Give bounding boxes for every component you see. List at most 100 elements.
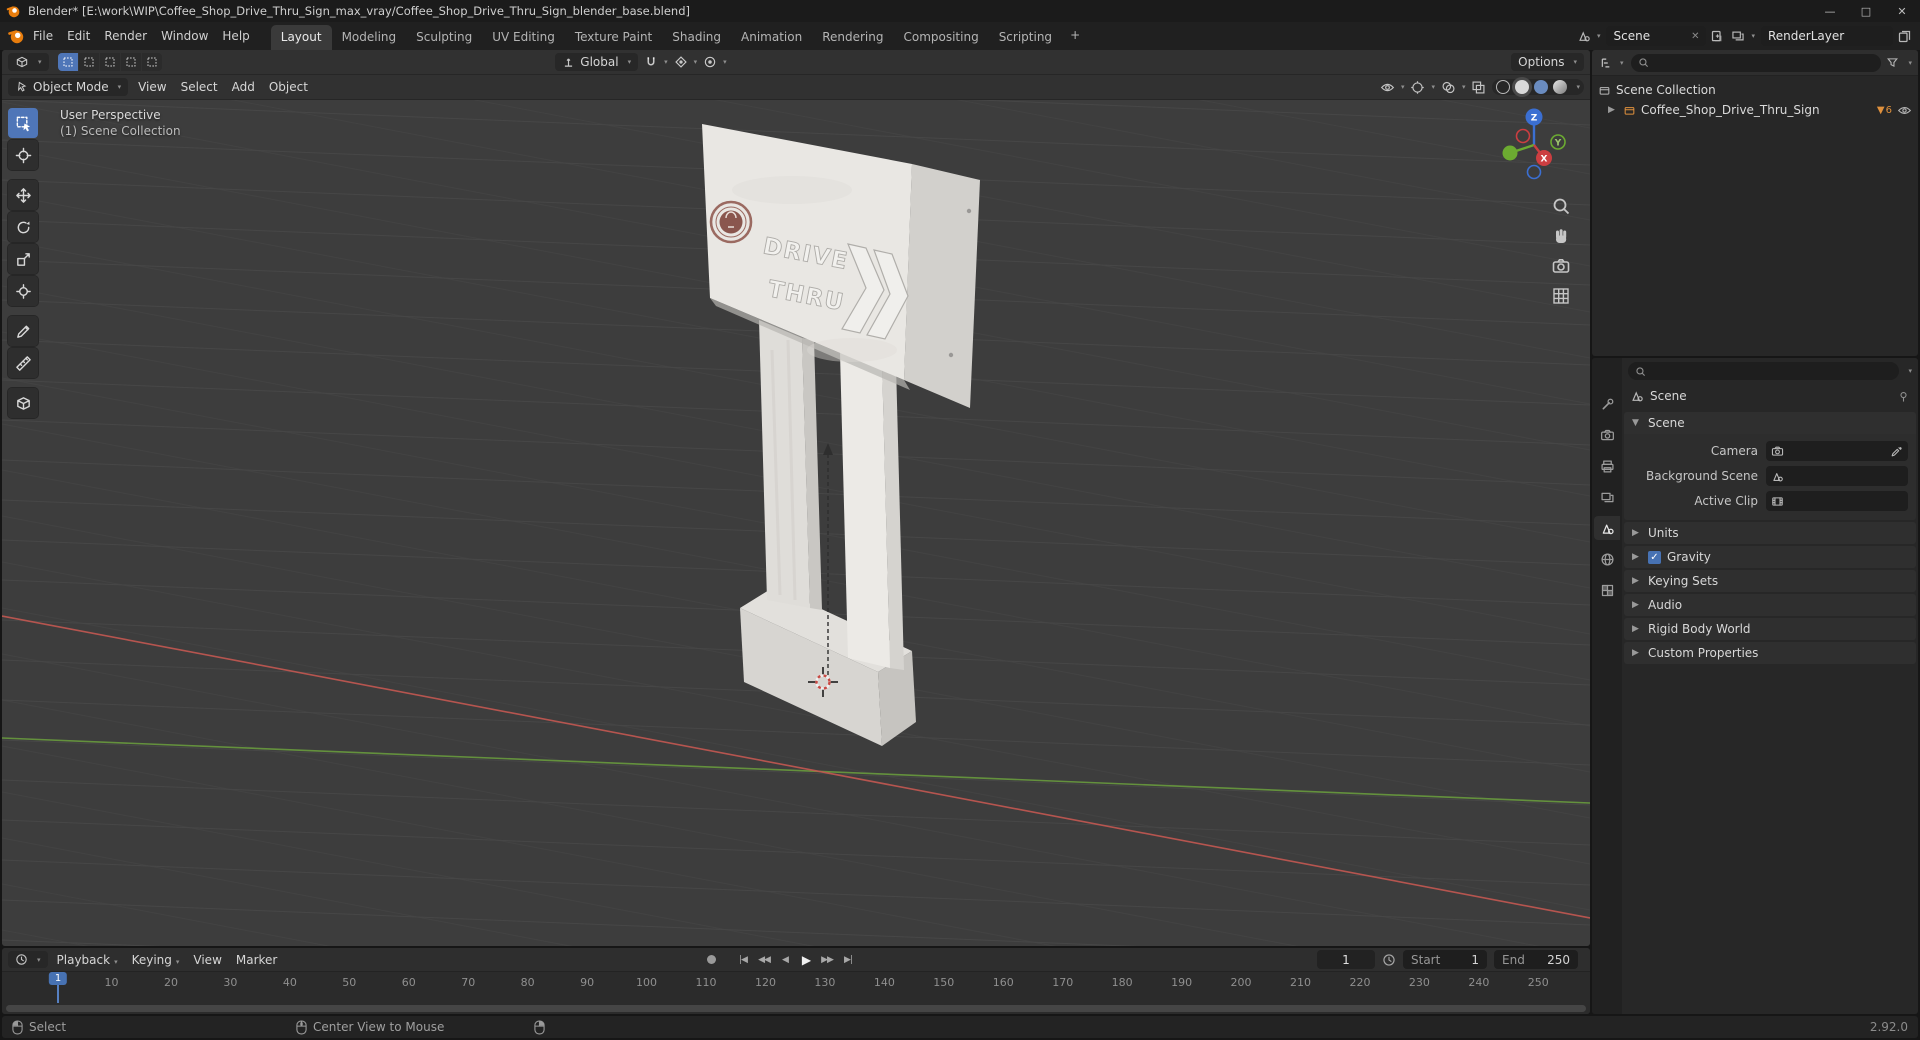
pan-hand-icon[interactable]	[1551, 226, 1571, 246]
gizmo-y-neg-axis[interactable]	[1502, 145, 1518, 161]
scene-panel-header[interactable]: ▼ Scene	[1624, 412, 1916, 434]
timeline-scrollbar[interactable]	[6, 1005, 1586, 1012]
properties-tab-output[interactable]	[1594, 454, 1620, 478]
select-mode-invert[interactable]	[120, 53, 141, 71]
zoom-icon[interactable]	[1551, 196, 1571, 216]
tool-rotate[interactable]	[8, 212, 38, 242]
menu-file[interactable]: File	[26, 26, 60, 46]
transport-button[interactable]: ▶▶	[818, 951, 836, 969]
timeline-menu-view[interactable]: View	[186, 951, 228, 969]
copy-view-layer-icon[interactable]	[1897, 29, 1912, 44]
viewport-menu-select[interactable]: Select	[174, 78, 225, 96]
playhead-marker[interactable]: 1	[48, 972, 68, 985]
maximize-button[interactable]: □	[1848, 0, 1884, 22]
workspace-tab-modeling[interactable]: Modeling	[332, 25, 407, 50]
current-frame-field[interactable]: 1	[1317, 950, 1375, 969]
select-mode-set[interactable]	[57, 53, 78, 71]
workspace-tab-shading[interactable]: Shading	[662, 25, 731, 50]
timeline-menu-keying[interactable]: Keying ▾	[125, 951, 187, 969]
workspace-tab-layout[interactable]: Layout	[270, 25, 332, 50]
transport-button[interactable]: ◀◀	[755, 951, 773, 969]
new-scene-icon[interactable]	[1710, 29, 1725, 44]
properties-tab-view-layer[interactable]	[1594, 485, 1620, 509]
viewport-menu-view[interactable]: View	[131, 78, 173, 96]
panel-audio[interactable]: ▶ Audio	[1624, 594, 1916, 616]
timeline-menu-marker[interactable]: Marker	[229, 951, 284, 969]
tool-transform[interactable]	[8, 276, 38, 306]
select-mode-intersect[interactable]	[141, 53, 162, 71]
outliner-item-row[interactable]: ▶ Coffee_Shop_Drive_Thru_Sign ▼ 6	[1592, 100, 1918, 120]
transport-button[interactable]: ▶|	[839, 951, 857, 969]
workspace-tab-uv-editing[interactable]: UV Editing	[482, 25, 565, 50]
filter-funnel-icon[interactable]	[1886, 56, 1899, 69]
workspace-tab-compositing[interactable]: Compositing	[893, 25, 988, 50]
workspace-tab-sculpting[interactable]: Sculpting	[406, 25, 482, 50]
workspace-tab-scripting[interactable]: Scripting	[989, 25, 1062, 50]
properties-tab-world[interactable]	[1594, 547, 1620, 571]
snap-toggle[interactable]: ▾	[644, 55, 668, 69]
transport-button[interactable]: ◀	[776, 951, 794, 969]
menu-help[interactable]: Help	[215, 26, 256, 46]
workspace-tab-rendering[interactable]: Rendering	[812, 25, 893, 50]
timeline-ruler[interactable]: 10 20 30 40 50 60 70 80 90 100 110 120 130 140 150 160 1…	[2, 972, 1590, 1014]
panel-units[interactable]: ▶ Units	[1624, 522, 1916, 544]
gizmo-z-neg-axis[interactable]	[1526, 164, 1542, 180]
panel-keying-sets[interactable]: ▶ Keying Sets	[1624, 570, 1916, 592]
xray-toggle[interactable]	[1471, 80, 1486, 95]
sign-model[interactable]: DRIVE THRU	[702, 124, 980, 746]
close-button[interactable]: ✕	[1884, 0, 1920, 22]
panel-custom-properties[interactable]: ▶ Custom Properties	[1624, 642, 1916, 664]
start-frame-field[interactable]: Start 1	[1403, 950, 1487, 969]
properties-tab-scene[interactable]	[1594, 516, 1620, 540]
viewport-menu-object[interactable]: Object	[262, 78, 315, 96]
viewport-canvas[interactable]: DRIVE THRU User Perspective (1) Scene Co…	[2, 100, 1590, 946]
checkbox-gravity[interactable]: ✓	[1648, 550, 1661, 564]
tool-cursor[interactable]	[8, 140, 38, 170]
options-dropdown[interactable]: Options ▾	[1511, 53, 1584, 71]
timeline-editor-type-dropdown[interactable]: ▾	[8, 951, 48, 968]
unlink-scene-icon[interactable]: ✕	[1691, 31, 1699, 42]
scene-name-field[interactable]: Scene ✕	[1606, 26, 1707, 46]
shading-material-button[interactable]	[1534, 80, 1549, 94]
menu-render[interactable]: Render	[97, 26, 154, 46]
scene-selector-icon[interactable]: ▾	[1575, 27, 1603, 45]
overlays-dropdown[interactable]: ▾	[1441, 80, 1465, 95]
select-mode-subtract[interactable]	[99, 53, 120, 71]
timeline-menu-playback[interactable]: Playback ▾	[50, 951, 125, 969]
properties-tab-tool[interactable]	[1594, 392, 1620, 416]
menu-edit[interactable]: Edit	[60, 26, 97, 46]
end-frame-field[interactable]: End 250	[1494, 950, 1578, 969]
properties-tab-render[interactable]	[1594, 423, 1620, 447]
add-workspace-button[interactable]: +	[1062, 25, 1088, 47]
tool-select-box[interactable]	[8, 108, 38, 138]
transform-orientation-dropdown[interactable]: Global ▾	[555, 53, 639, 71]
field-background-scene[interactable]	[1766, 466, 1908, 486]
menu-window[interactable]: Window	[154, 26, 215, 46]
shading-rendered-button[interactable]	[1553, 80, 1568, 94]
view-layer-field[interactable]: RenderLayer	[1761, 26, 1893, 46]
camera-view-icon[interactable]	[1551, 256, 1571, 276]
viewport-menu-add[interactable]: Add	[225, 78, 262, 96]
view-layer-selector-icon[interactable]: ▾	[1729, 27, 1757, 45]
workspace-tab-texture-paint[interactable]: Texture Paint	[565, 25, 662, 50]
transport-button[interactable]: |◀	[734, 951, 752, 969]
tool-move[interactable]	[8, 180, 38, 210]
proportional-edit-dropdown[interactable]: ▾	[703, 55, 727, 69]
properties-search-field[interactable]	[1628, 362, 1900, 380]
field-camera[interactable]	[1766, 441, 1908, 461]
select-mode-extend[interactable]	[78, 53, 99, 71]
field-active-clip[interactable]	[1766, 491, 1908, 511]
auto-key-record-button[interactable]	[702, 951, 720, 969]
properties-tab-texture[interactable]	[1594, 578, 1620, 602]
minimize-button[interactable]: —	[1812, 0, 1848, 22]
expand-arrow-icon[interactable]: ▶	[1608, 105, 1618, 115]
object-visibility-dropdown[interactable]: ▾	[1380, 80, 1404, 95]
tool-measure[interactable]	[8, 348, 38, 378]
outliner-search-field[interactable]	[1630, 53, 1882, 72]
shading-solid-button[interactable]	[1515, 80, 1530, 94]
panel-gravity[interactable]: ▶ ✓ Gravity	[1624, 546, 1916, 568]
toggle-ortho-icon[interactable]	[1551, 286, 1571, 306]
outliner-root-row[interactable]: Scene Collection	[1592, 80, 1918, 100]
workspace-tab-animation[interactable]: Animation	[731, 25, 812, 50]
tool-annotate[interactable]	[8, 316, 38, 346]
